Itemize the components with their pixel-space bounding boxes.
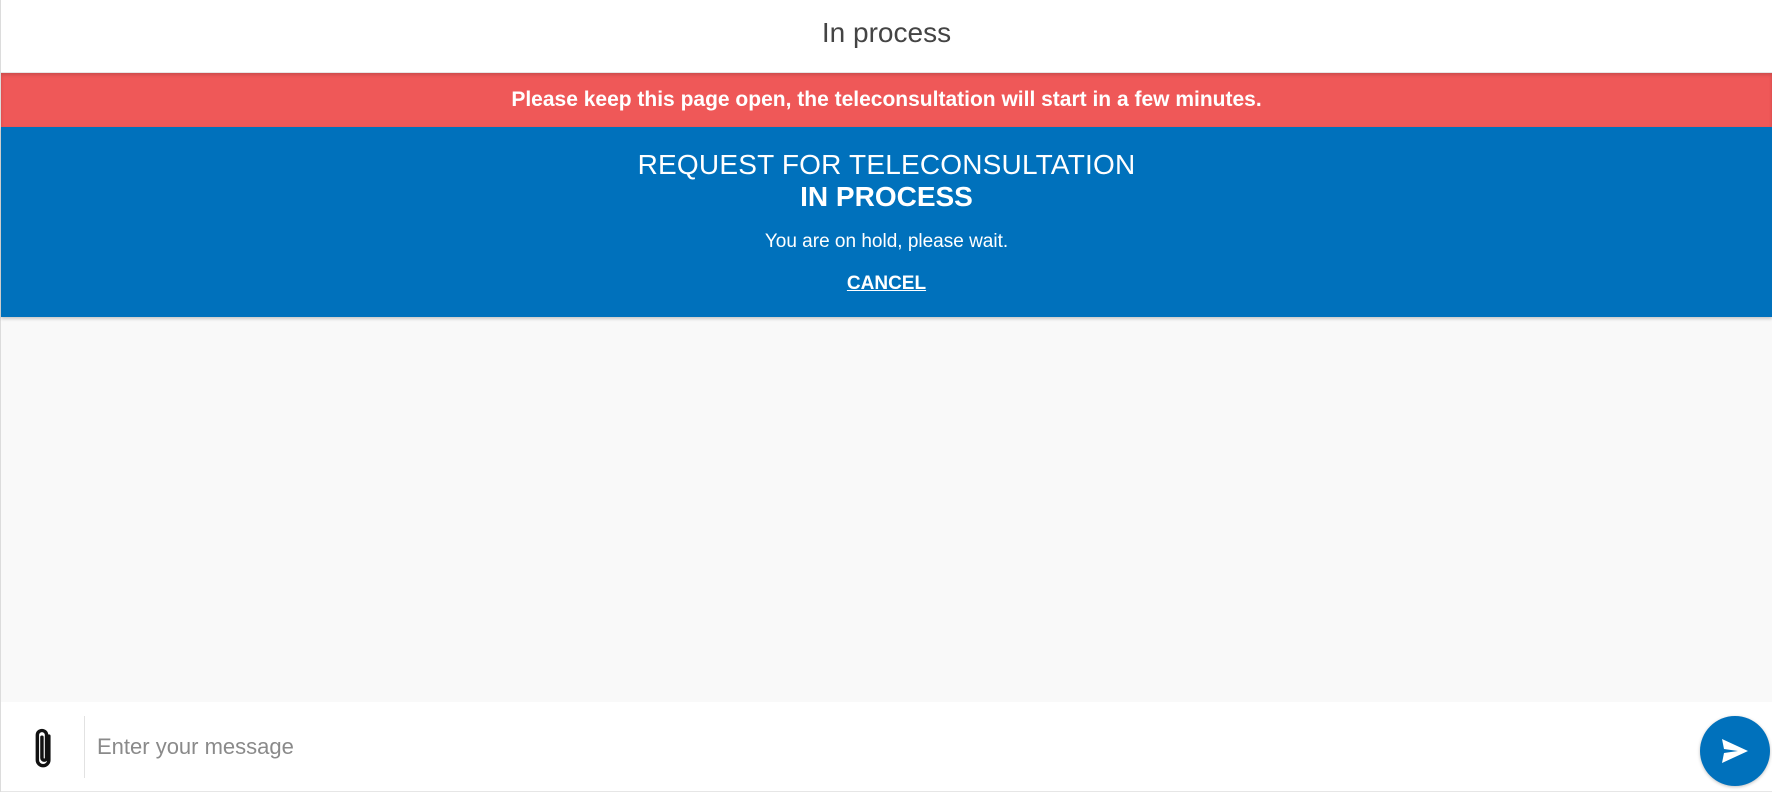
attach-button[interactable]	[1, 715, 85, 778]
page-title: In process	[821, 17, 952, 48]
status-message: You are on hold, please wait.	[764, 231, 1009, 252]
teleconsultation-app: In process Please keep this page open, t…	[0, 0, 1772, 792]
alert-message: Please keep this page open, the telecons…	[511, 88, 1262, 111]
paperclip-icon	[35, 728, 51, 767]
message-composer	[1, 702, 1772, 792]
send-icon	[1722, 738, 1748, 763]
message-input[interactable]	[85, 715, 1700, 778]
status-panel: REQUEST FOR TELECONSULTATION IN PROCESS …	[1, 127, 1772, 317]
status-subheading: IN PROCESS	[800, 181, 973, 212]
alert-banner: Please keep this page open, the telecons…	[1, 73, 1772, 127]
send-button[interactable]	[1700, 715, 1770, 786]
cancel-link[interactable]: CANCEL	[847, 273, 926, 295]
status-heading: REQUEST FOR TELECONSULTATION	[637, 149, 1136, 180]
chat-messages-area	[1, 316, 1772, 702]
page-header: In process	[1, 0, 1772, 73]
